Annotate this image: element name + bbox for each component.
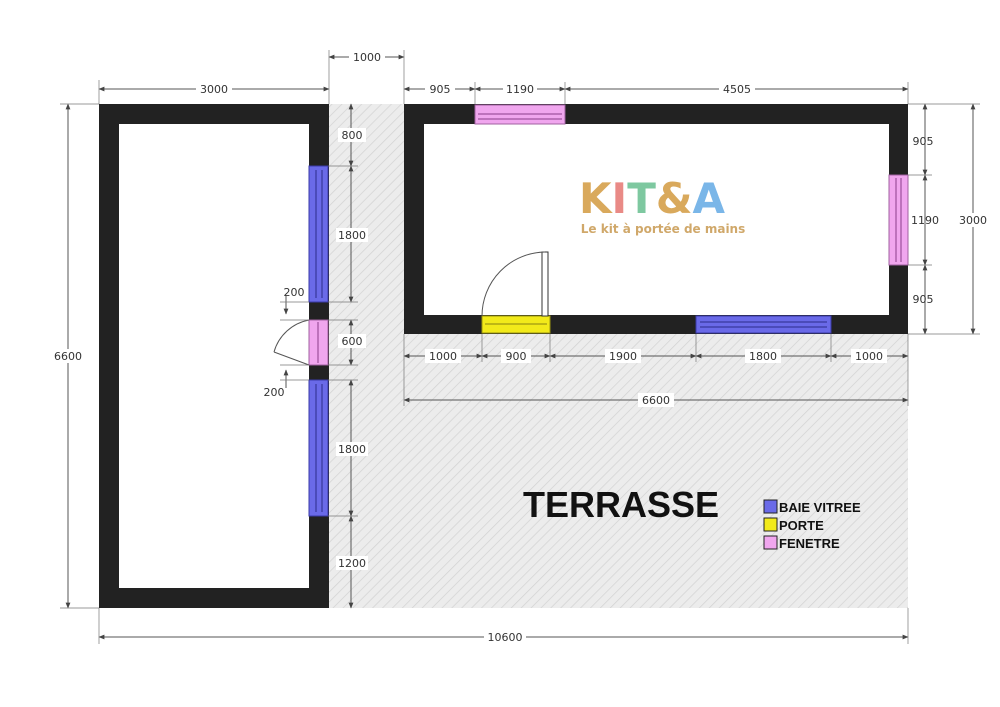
dim-front-total: 6600	[642, 394, 670, 407]
dim-right-seg3: 905	[913, 293, 934, 306]
bay-window-left-lower	[308, 379, 329, 517]
floor-plan: 3000 1000 905 1190 4505 6600 800 1800 60…	[52, 50, 990, 644]
left-building	[99, 104, 329, 608]
dim-front-bay: 1800	[749, 350, 777, 363]
dim-left-height: 6600	[54, 350, 82, 363]
dim-right-seg1: 905	[913, 135, 934, 148]
dim-door-offset-bottom: 200	[264, 386, 285, 399]
dim-top-seg3: 4505	[723, 83, 751, 96]
dim-right-window: 1190	[911, 214, 939, 227]
dim-top-passage: 1000	[353, 51, 381, 64]
dim-front-door: 900	[506, 350, 527, 363]
dim-top-left-width: 3000	[200, 83, 228, 96]
dim-left-wall-top: 800	[342, 129, 363, 142]
logo-letter-i: I	[612, 174, 628, 223]
legend-label: FENETRE	[779, 536, 840, 551]
window-right	[888, 174, 909, 266]
bay-window-left-upper	[308, 165, 329, 303]
legend-item-porte: PORTE	[763, 517, 824, 533]
dim-left-wall-bay1: 1800	[338, 229, 366, 242]
logo-letter-t: T	[627, 174, 656, 223]
legend-label: PORTE	[779, 518, 824, 533]
dim-left-wall-bay2: 1800	[338, 443, 366, 456]
logo-letter-amp: &	[656, 174, 693, 223]
window-top	[474, 104, 566, 125]
dim-left-wall-bottom: 1200	[338, 557, 366, 570]
dim-door-offset-top: 200	[284, 286, 305, 299]
dim-top-seg1: 905	[430, 83, 451, 96]
logo-letter-a: A	[692, 174, 725, 223]
dim-overall-width: 10600	[488, 631, 523, 644]
dim-top-window: 1190	[506, 83, 534, 96]
kita-logo: KIT&A Le kit à portée de mains	[579, 174, 745, 236]
legend-item-fenetre: FENETRE	[763, 535, 840, 551]
legend-label: BAIE VITREE	[779, 500, 861, 515]
legend-item-baie-vitree: BAIE VITREE	[763, 499, 861, 515]
bay-window-front	[695, 315, 832, 334]
dim-left-wall-door: 600	[342, 335, 363, 348]
dim-front-seg5: 1000	[855, 350, 883, 363]
dim-front-seg3: 1900	[609, 350, 637, 363]
svg-text:KIT&A: KIT&A	[579, 174, 725, 223]
logo-tagline: Le kit à portée de mains	[581, 222, 746, 236]
dim-right-height: 3000	[959, 214, 987, 227]
dim-front-seg1: 1000	[429, 350, 457, 363]
terrace-label: TERRASSE	[523, 484, 719, 525]
logo-letter-k: K	[579, 174, 613, 223]
